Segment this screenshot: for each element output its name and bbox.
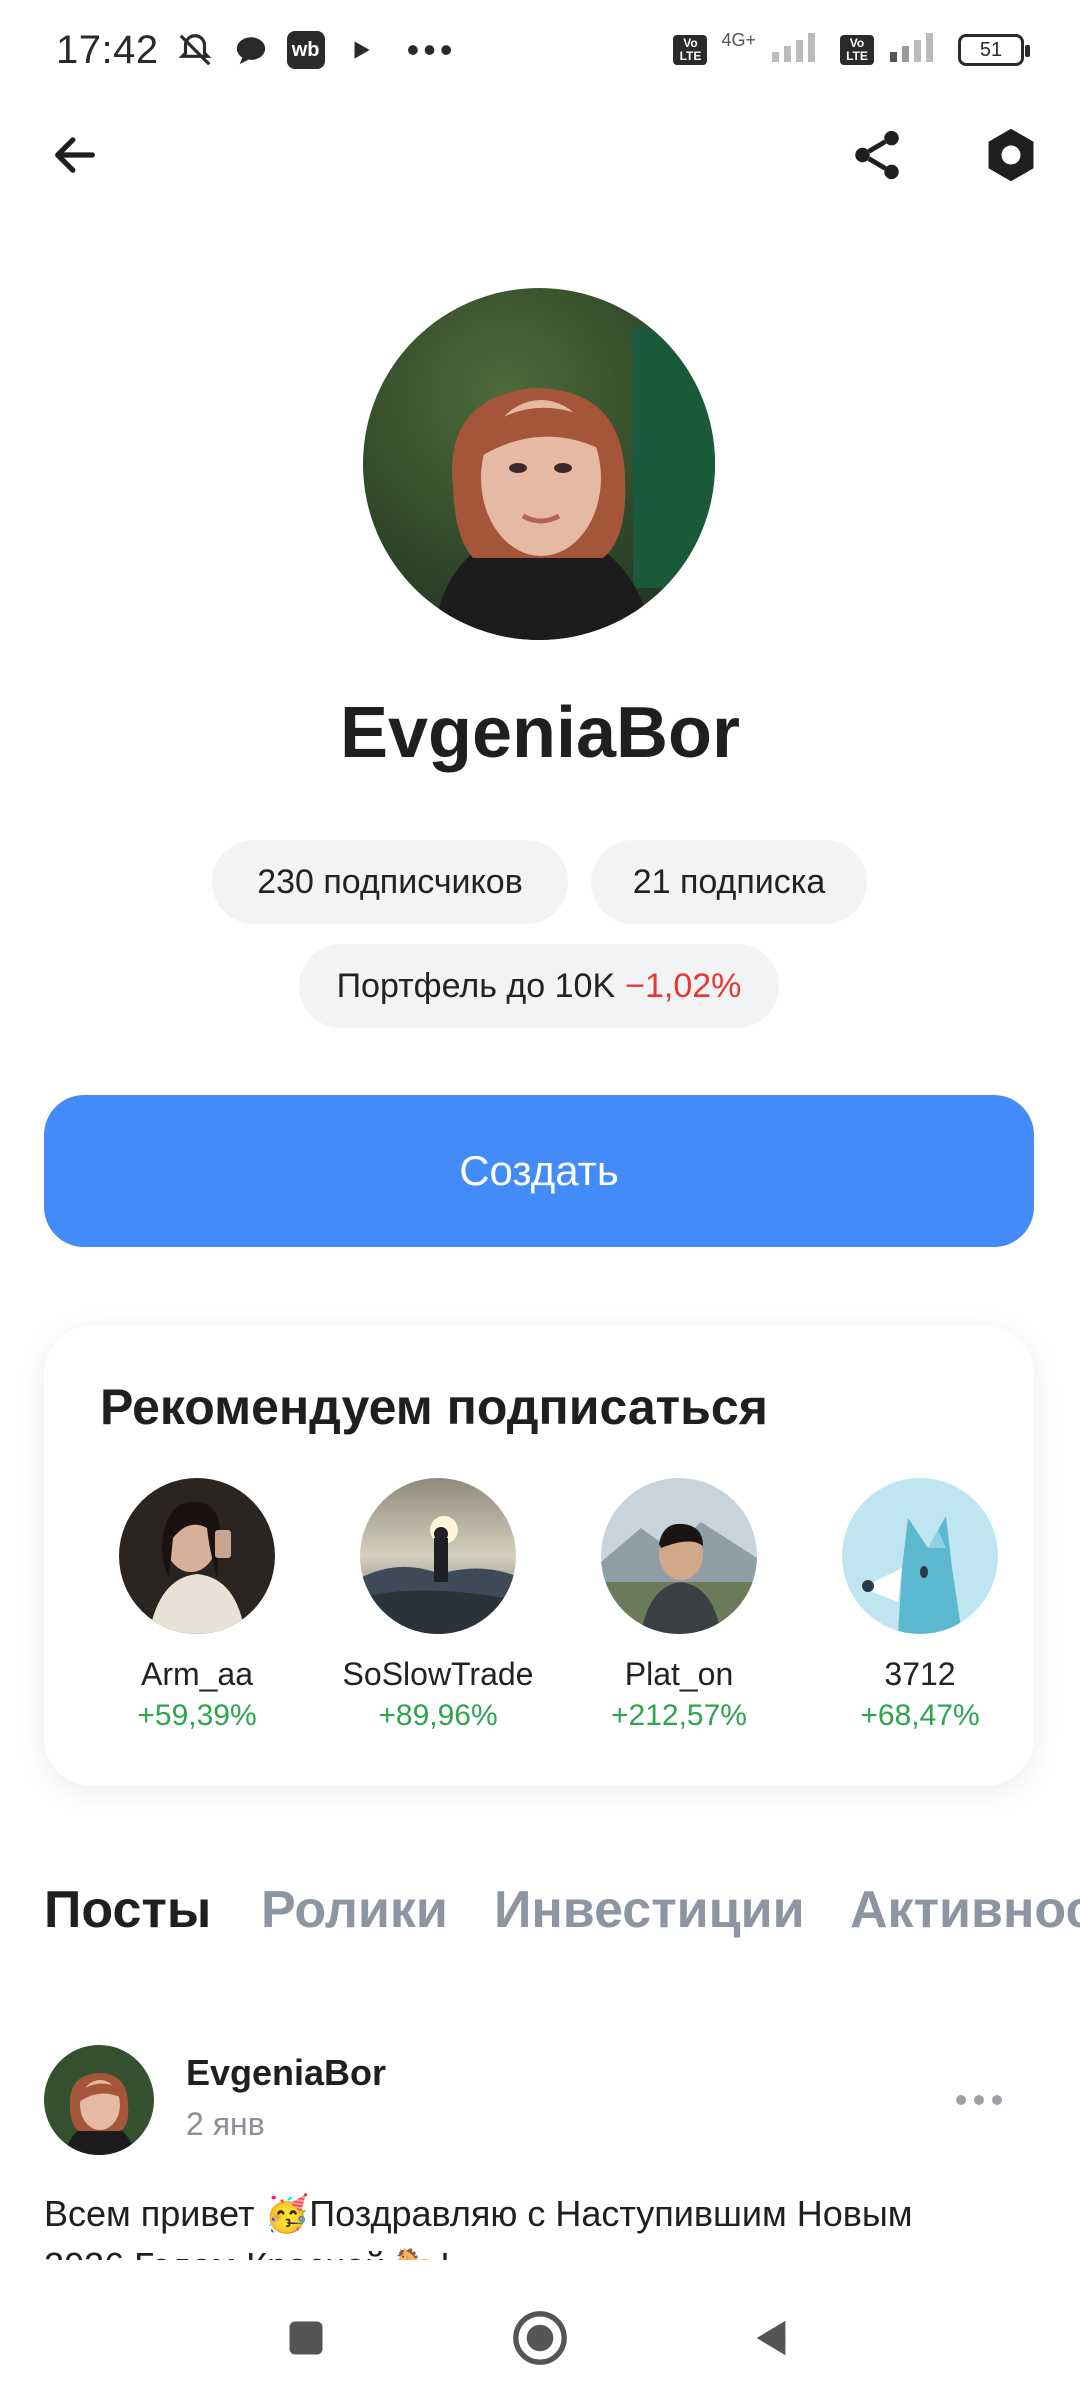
triangle-back-icon: [756, 2320, 786, 2356]
portfolio-change: −1,02%: [625, 966, 742, 1005]
recents-button[interactable]: [266, 2298, 346, 2378]
play-icon: [341, 30, 381, 70]
recommend-name: Plat_on: [624, 1656, 734, 1692]
recommend-percent: +68,47%: [860, 1699, 980, 1732]
chat-icon: [231, 30, 271, 70]
muted-bell-icon: [175, 30, 215, 70]
post-author-avatar[interactable]: [44, 2045, 154, 2155]
profile-avatar[interactable]: [363, 288, 715, 640]
profile-username: EvgeniaBor: [339, 693, 741, 773]
post-text[interactable]: Всем привет 🥳Поздравляю с Наступившим Но…: [44, 2188, 1044, 2260]
portfolio-chip[interactable]: Портфель до 10K −1,02%: [299, 944, 779, 1028]
home-circle-icon: [513, 2311, 567, 2365]
tab-activity[interactable]: Активнос: [850, 1880, 1080, 1940]
recommend-name: 3712: [884, 1656, 956, 1692]
settings-button[interactable]: [966, 110, 1056, 200]
recommend-item-3712[interactable]: 3712 +68,47%: [800, 1478, 1040, 1733]
status-bar: 17:42 wb ••• Vo LTE 4G+ Vo LTE 51: [0, 0, 1080, 100]
recommend-percent: +59,39%: [137, 1699, 257, 1732]
volte-icon-2: Vo LTE: [840, 35, 874, 65]
recommend-item-soslowtrade[interactable]: SoSlowTrade +89,96%: [318, 1478, 558, 1733]
profile-screen: 17:42 wb ••• Vo LTE 4G+ Vo LTE 51 Evgeni…: [0, 0, 1080, 2400]
share-icon: [855, 130, 899, 180]
signal-icon: [770, 29, 826, 72]
post-text-line: 2026 Годом Красной 🐎!: [44, 2240, 1044, 2260]
recommend-list: Arm_aa +59,39% SoSlowTrade +89,96% Plat_…: [44, 1478, 1034, 1758]
followers-count: 230 подписчиков: [257, 862, 523, 901]
top-app-bar: [0, 110, 1080, 210]
signal-icon-2: [888, 29, 944, 72]
back-button[interactable]: [30, 110, 120, 200]
recommend-name: SoSlowTrade: [342, 1656, 534, 1692]
recommend-item-arm-aa[interactable]: Arm_aa +59,39%: [77, 1478, 317, 1733]
tab-investments[interactable]: Инвестиции: [494, 1880, 805, 1940]
recommend-avatar: [119, 1478, 275, 1634]
more-dot-icon: [974, 2095, 984, 2105]
system-navigation-bar: [0, 2268, 1080, 2400]
recommend-avatar: [601, 1478, 757, 1634]
following-count: 21 подписка: [632, 862, 826, 901]
create-button[interactable]: Создать: [44, 1095, 1034, 1247]
network-type: 4G+: [721, 29, 756, 50]
post-text-line: Всем привет 🥳Поздравляю с Наступившим Но…: [44, 2193, 913, 2234]
post-more-button[interactable]: [944, 2080, 1014, 2120]
arrow-left-icon: [55, 137, 95, 173]
share-button[interactable]: [832, 110, 922, 200]
settings-hex-icon: [988, 128, 1034, 182]
recommend-percent: +89,96%: [378, 1699, 498, 1732]
recommend-avatar: [360, 1478, 516, 1634]
recommend-percent: +212,57%: [611, 1699, 747, 1732]
post-author-name[interactable]: EvgeniaBor: [186, 2052, 386, 2094]
following-chip[interactable]: 21 подписка: [591, 840, 867, 924]
battery-icon: 51: [958, 34, 1030, 66]
more-dot-icon: [956, 2095, 966, 2105]
followers-chip[interactable]: 230 подписчиков: [212, 840, 568, 924]
recommend-item-plat-on[interactable]: Plat_on +212,57%: [559, 1478, 799, 1733]
status-time: 17:42: [56, 27, 159, 72]
tab-posts[interactable]: Посты: [44, 1880, 211, 1940]
recommend-card: Рекомендуем подписаться Arm_aa +59,39% S…: [44, 1326, 1034, 1786]
more-dot-icon: [992, 2095, 1002, 2105]
home-button[interactable]: [500, 2298, 580, 2378]
volte-icon: Vo LTE: [673, 35, 708, 65]
recommend-avatar: [842, 1478, 998, 1634]
recommend-title: Рекомендуем подписаться: [100, 1379, 768, 1435]
recommend-name: Arm_aa: [140, 1656, 254, 1692]
more-notifications-icon: •••: [406, 29, 457, 70]
portfolio-label: Портфель до 10K: [336, 966, 616, 1005]
post-date: 2 янв: [186, 2106, 265, 2142]
tab-reels[interactable]: Ролики: [261, 1880, 448, 1940]
back-nav-button[interactable]: [732, 2298, 812, 2378]
square-icon: [289, 2321, 323, 2355]
wb-app-icon: wb: [286, 31, 325, 69]
